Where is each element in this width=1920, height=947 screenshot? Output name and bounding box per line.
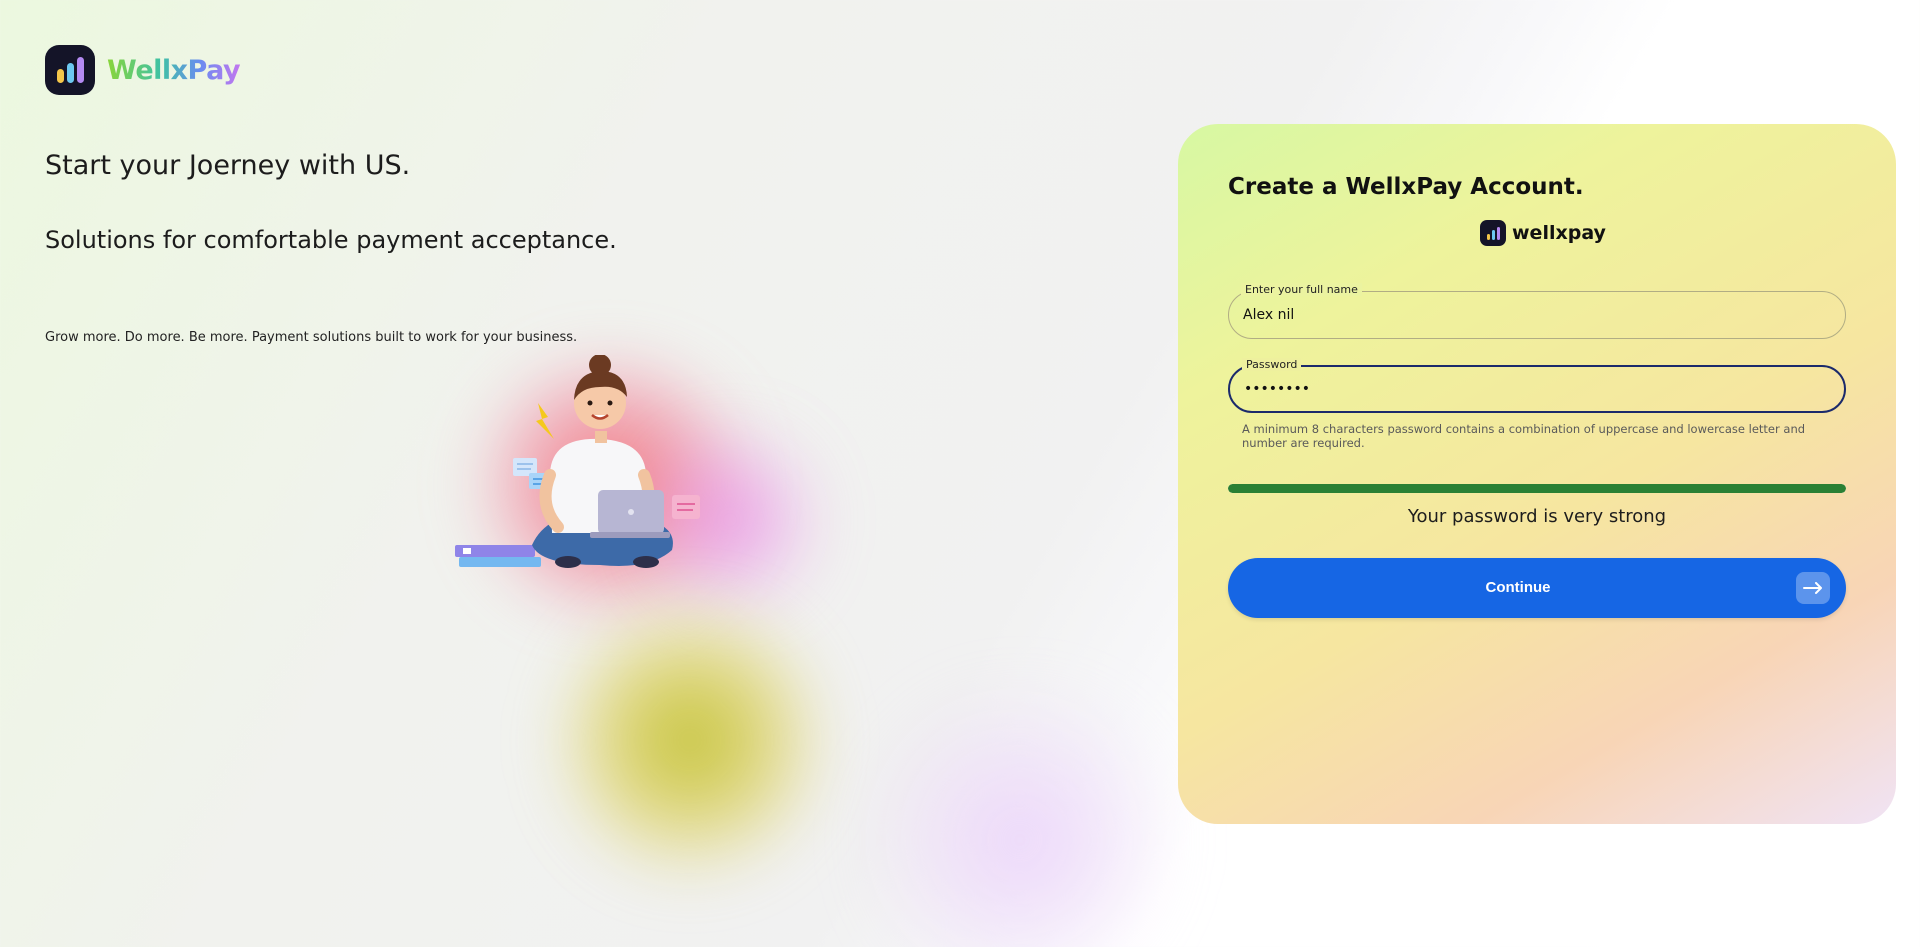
password-field[interactable]: Password xyxy=(1228,358,1846,413)
card-brand: wellxpay xyxy=(1480,220,1606,246)
continue-button[interactable]: Continue xyxy=(1228,558,1846,618)
background-blob-lilac xyxy=(850,690,1190,947)
hero-tagline: Grow more. Do more. Be more. Payment sol… xyxy=(45,330,578,345)
signup-card: Create a WellxPay Account. wellxpay Ente… xyxy=(1178,124,1896,824)
wellxpay-logo[interactable]: WellxPay xyxy=(45,45,241,95)
logo-mark-icon xyxy=(45,45,95,95)
brand-wordmark: wellxpay xyxy=(1512,222,1606,244)
password-strength-bar xyxy=(1228,484,1846,493)
continue-label: Continue xyxy=(1485,579,1551,596)
password-input[interactable] xyxy=(1244,367,1834,411)
password-strength-text: Your password is very strong xyxy=(1407,506,1667,527)
password-strength-fill xyxy=(1228,484,1846,493)
full-name-input[interactable] xyxy=(1243,292,1833,338)
hero-subtitle: Solutions for comfortable payment accept… xyxy=(45,226,617,254)
full-name-field[interactable]: Enter your full name xyxy=(1228,283,1846,339)
hero-title: Start your Joerney with US. xyxy=(45,150,411,181)
password-hint: A minimum 8 characters password contains… xyxy=(1242,422,1806,450)
logo-wordmark: WellxPay xyxy=(107,54,241,86)
arrow-right-icon xyxy=(1796,572,1830,604)
background-blob-yellow xyxy=(560,600,820,880)
woman-with-laptop-illustration xyxy=(455,355,700,568)
card-title: Create a WellxPay Account. xyxy=(1228,174,1584,200)
brand-mark-icon xyxy=(1480,220,1506,246)
